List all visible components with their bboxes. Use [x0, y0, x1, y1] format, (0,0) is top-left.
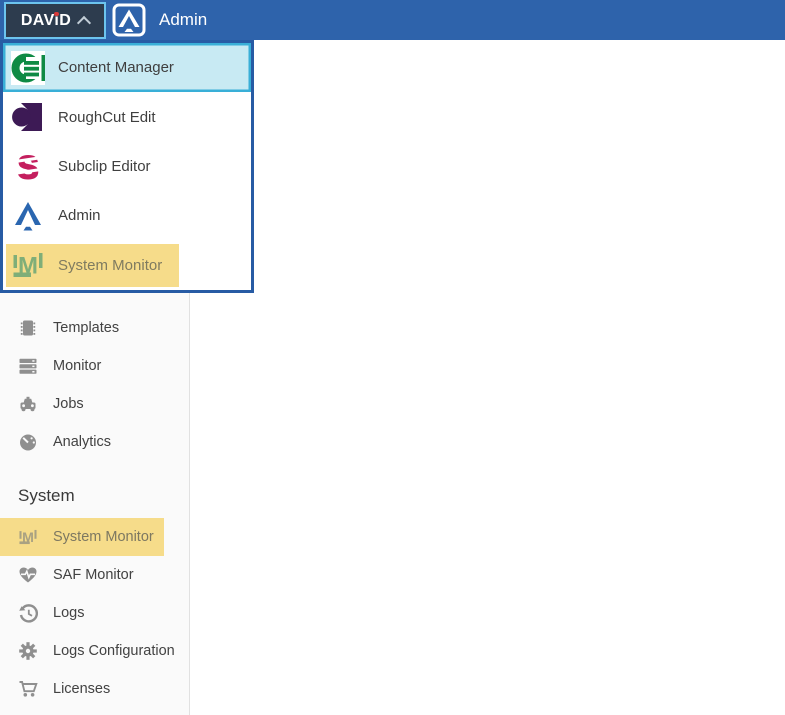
- sidebar-item-logs[interactable]: Logs: [0, 594, 189, 632]
- cart-icon: [18, 679, 38, 699]
- admin-app-logo-icon: [112, 3, 146, 37]
- menu-item-roughcut-edit[interactable]: RoughCut Edit: [3, 92, 251, 141]
- menu-item-subclip-editor[interactable]: S Subclip Editor: [3, 142, 251, 191]
- top-header-bar: DAViD Admin: [0, 0, 785, 40]
- sidebar-item-label: Templates: [53, 320, 119, 336]
- system-monitor-icon: M: [11, 248, 45, 282]
- subclip-editor-icon: S: [11, 150, 45, 184]
- sidebar-item-monitor[interactable]: Monitor: [0, 347, 189, 385]
- templates-icon: [18, 318, 38, 338]
- david-logo: DAViD: [21, 13, 71, 29]
- menu-item-admin[interactable]: Admin: [3, 191, 251, 240]
- david-logo-text: DAViD: [21, 12, 71, 29]
- menu-item-label: Admin: [58, 207, 101, 224]
- sidebar-item-label: Monitor: [53, 358, 101, 374]
- menu-item-label: RoughCut Edit: [58, 109, 156, 126]
- sidebar-item-licenses[interactable]: Licenses: [0, 670, 189, 708]
- gear-icon: [18, 641, 38, 661]
- sidebar-item-logs-configuration[interactable]: Logs Configuration: [0, 632, 189, 670]
- sidebar-item-system-monitor[interactable]: M System Monitor: [0, 518, 189, 556]
- sidebar-item-templates[interactable]: Templates: [0, 309, 189, 347]
- sidebar-item-label: Licenses: [53, 681, 110, 697]
- menu-item-system-monitor[interactable]: M System Monitor: [3, 241, 251, 290]
- sidebar-item-saf-monitor[interactable]: SAF Monitor: [0, 556, 189, 594]
- menu-item-label: System Monitor: [58, 257, 162, 274]
- sidebar-item-label: SAF Monitor: [53, 567, 134, 583]
- svg-text:S: S: [17, 150, 38, 184]
- sidebar-item-label: Logs Configuration: [53, 643, 175, 659]
- sidebar-item-jobs[interactable]: Jobs: [0, 385, 189, 423]
- menu-item-label: Subclip Editor: [58, 158, 151, 175]
- sidebar-item-label: System Monitor: [53, 529, 154, 545]
- jobs-icon: [18, 394, 38, 414]
- app-switcher-menu: Content Manager RoughCut Edit S Subclip …: [0, 40, 254, 293]
- sidebar-item-analytics[interactable]: Analytics: [0, 423, 189, 461]
- page-title: Admin: [159, 0, 207, 40]
- chevron-up-icon: [77, 15, 91, 29]
- sidebar-item-label: Jobs: [53, 396, 84, 412]
- menu-item-content-manager[interactable]: Content Manager: [3, 43, 251, 92]
- david-app-switcher-button[interactable]: DAViD: [4, 2, 106, 39]
- david-logo-red-dot: [54, 12, 59, 17]
- system-monitor-icon: M: [18, 527, 38, 547]
- main-content-area: [190, 40, 785, 715]
- monitor-icon: [18, 356, 38, 376]
- sidebar-section-title: System: [18, 486, 75, 506]
- analytics-icon: [18, 432, 38, 452]
- menu-item-label: Content Manager: [58, 59, 174, 76]
- admin-icon: [11, 199, 45, 233]
- sidebar-item-label: Logs: [53, 605, 84, 621]
- logs-icon: [18, 603, 38, 623]
- sidebar-item-label: Analytics: [53, 434, 111, 450]
- content-manager-icon: [11, 51, 45, 85]
- saf-monitor-icon: [18, 565, 38, 585]
- roughcut-edit-icon: [11, 100, 45, 134]
